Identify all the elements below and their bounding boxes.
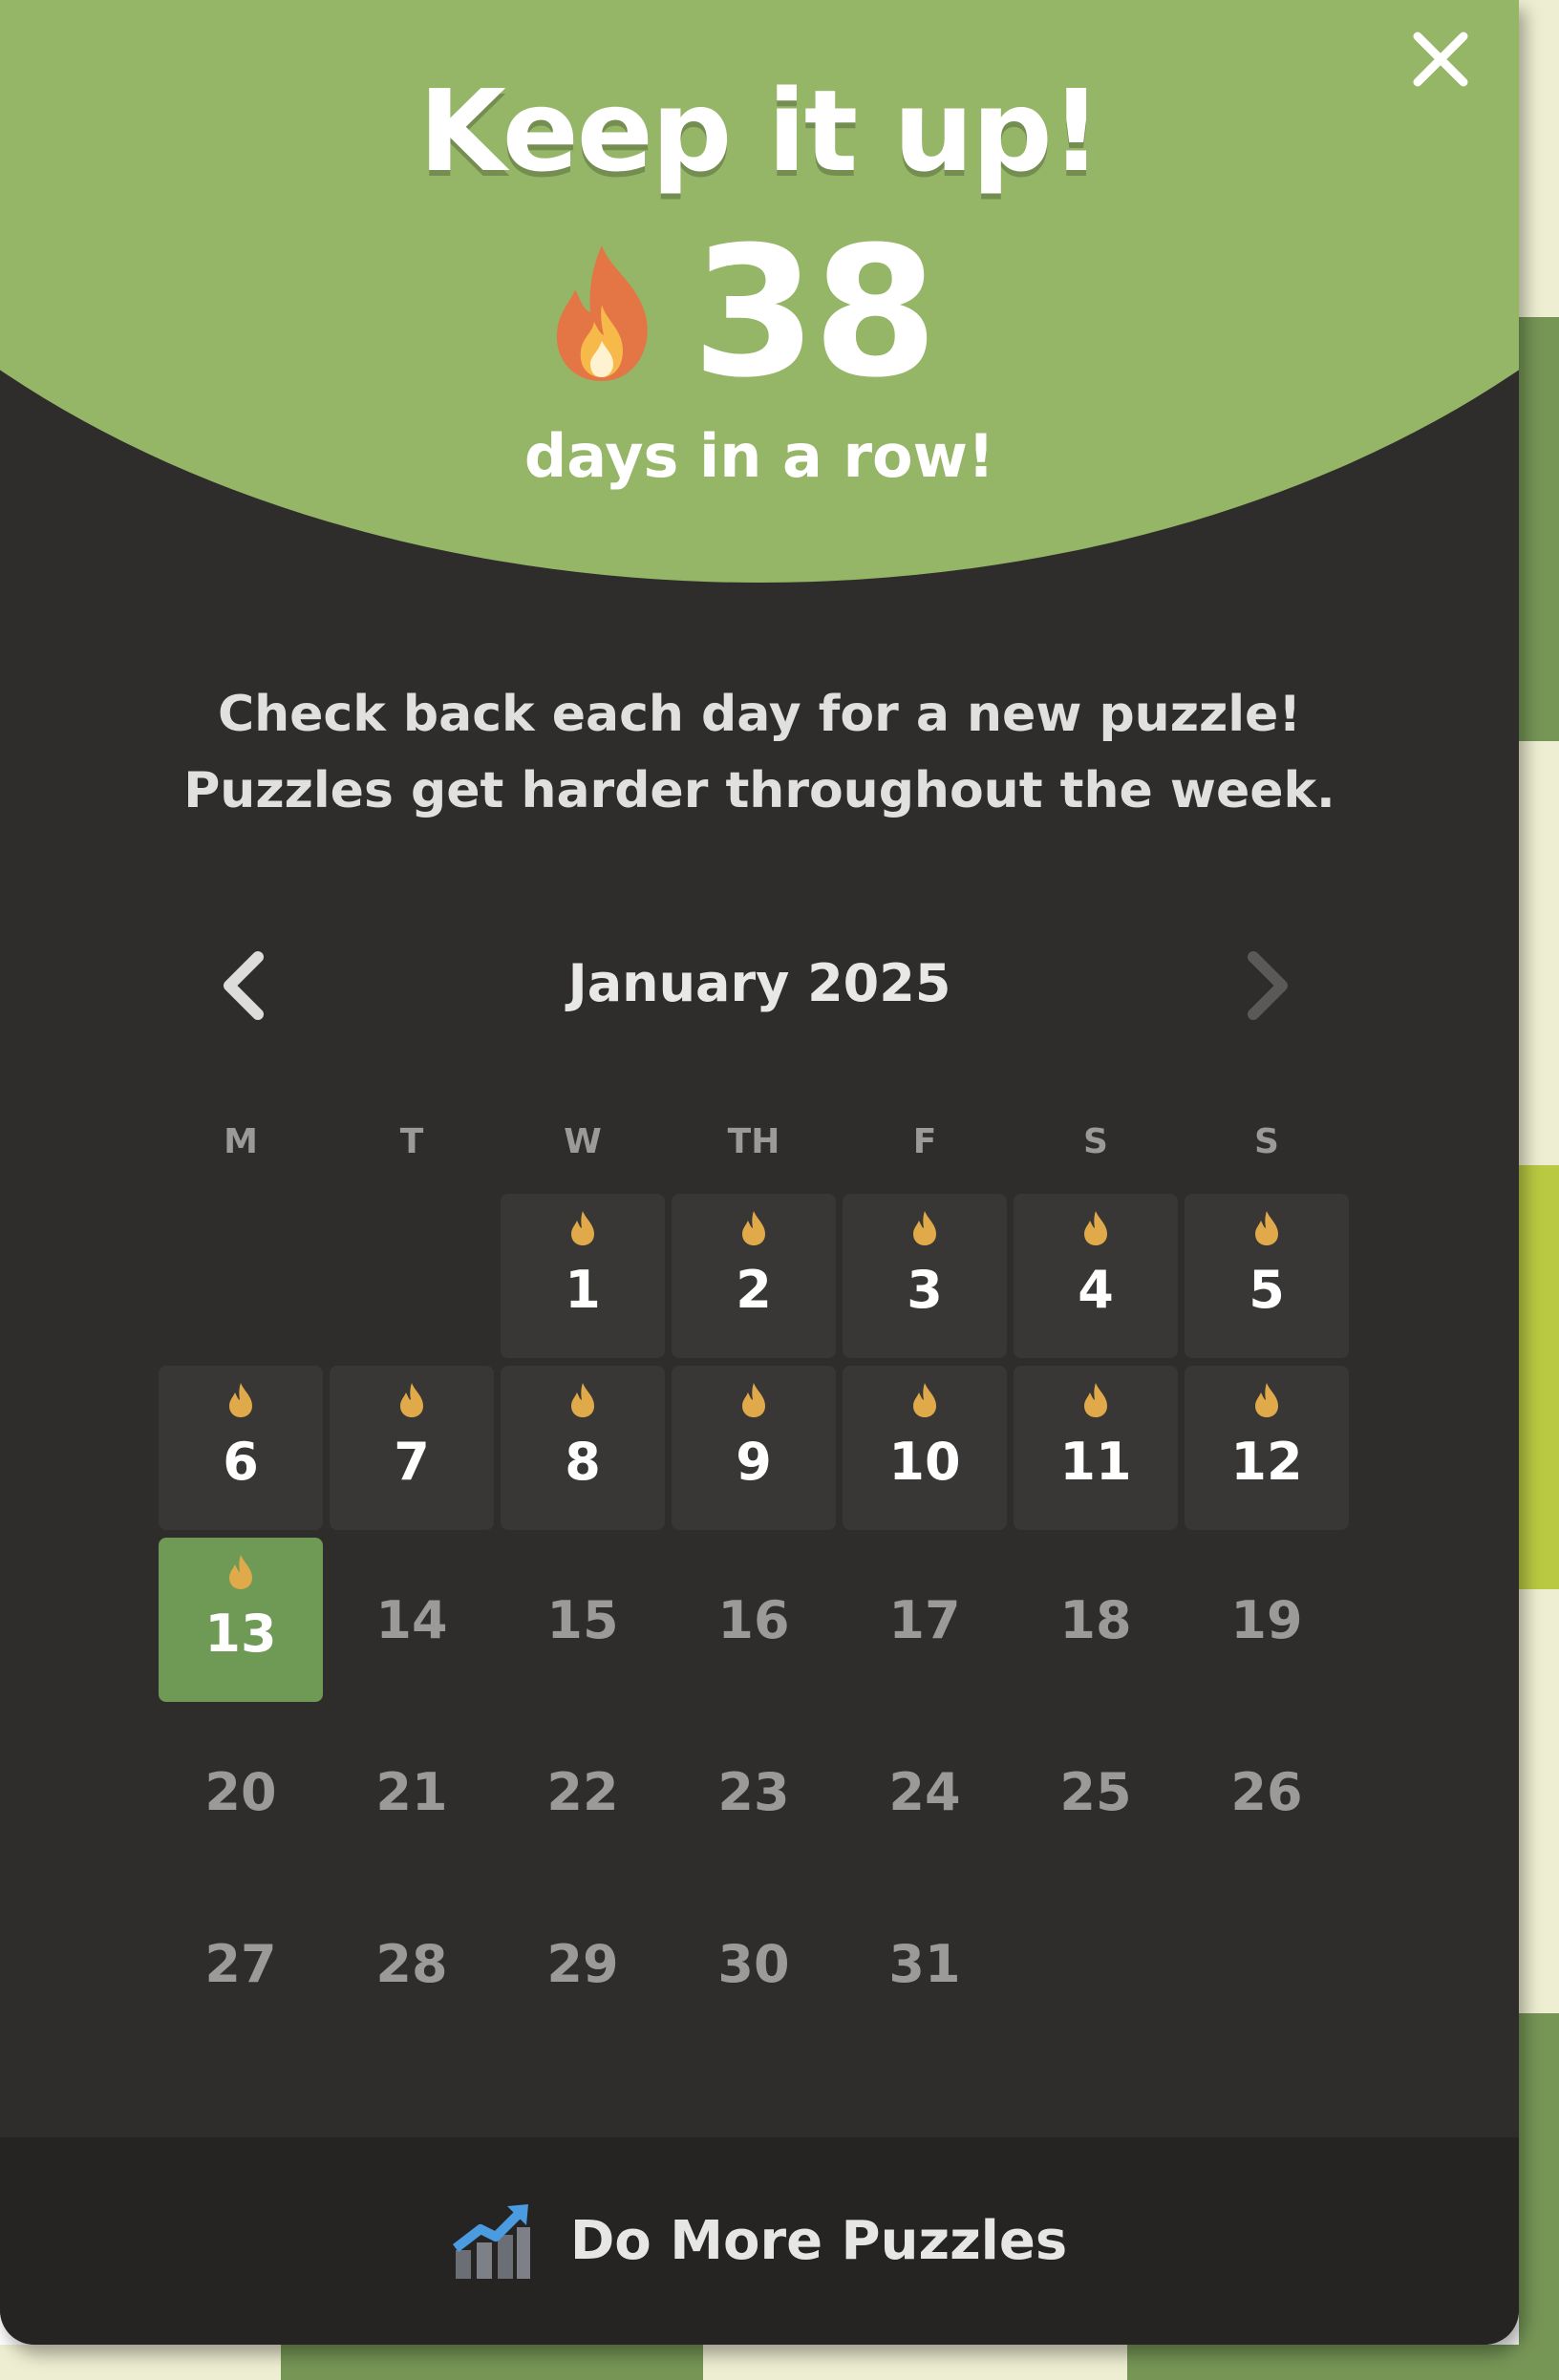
calendar-day-4[interactable]: 4 (1014, 1194, 1178, 1358)
calendar-day-number: 3 (907, 1260, 943, 1320)
calendar-day-1[interactable]: 1 (501, 1194, 665, 1358)
calendar-day-27[interactable]: 27 (159, 1881, 323, 2046)
calendar-day-number: 25 (1059, 1762, 1132, 1822)
calendar-day-number: 29 (546, 1934, 619, 1994)
calendar-day-number: 2 (736, 1260, 772, 1320)
calendar-day-12[interactable]: 12 (1185, 1366, 1349, 1530)
calendar-day-number: 9 (736, 1432, 772, 1492)
calendar-day-30[interactable]: 30 (672, 1881, 836, 2046)
streak-count: 38 (692, 208, 938, 417)
calendar-day-29[interactable]: 29 (501, 1881, 665, 2046)
flame-icon (911, 1209, 938, 1247)
flame-icon (398, 1381, 425, 1419)
calendar-day-16[interactable]: 16 (672, 1538, 836, 1702)
calendar-day-number: 31 (888, 1934, 961, 1994)
calendar-day-number: 27 (204, 1934, 277, 1994)
flame-icon (740, 1381, 767, 1419)
weekday-label: T (399, 1122, 424, 1161)
calendar-day-number: 17 (888, 1590, 961, 1650)
calendar-day-14[interactable]: 14 (330, 1538, 494, 1702)
calendar-day-26[interactable]: 26 (1185, 1710, 1349, 1874)
calendar-day-number: 30 (717, 1934, 790, 1994)
weekday-label: M (224, 1122, 258, 1161)
calendar-day-8[interactable]: 8 (501, 1366, 665, 1530)
flame-icon (1253, 1381, 1280, 1419)
calendar-day-23[interactable]: 23 (672, 1710, 836, 1874)
calendar-day-19[interactable]: 19 (1185, 1538, 1349, 1702)
calendar-day-3[interactable]: 3 (843, 1194, 1007, 1358)
weekday-label: W (564, 1122, 602, 1161)
calendar-day-number: 19 (1230, 1590, 1303, 1650)
streak-label: days in a row! (523, 421, 995, 491)
calendar-day-number: 13 (204, 1604, 277, 1664)
calendar-day-13[interactable]: 13 (159, 1538, 323, 1702)
subtitle-line-2: Puzzles get harder throughout the week. (183, 762, 1335, 819)
calendar-day-22[interactable]: 22 (501, 1710, 665, 1874)
calendar-day-number: 8 (565, 1432, 601, 1492)
calendar-day-21[interactable]: 21 (330, 1710, 494, 1874)
calendar-day-17[interactable]: 17 (843, 1538, 1007, 1702)
calendar-day-number: 24 (888, 1762, 961, 1822)
calendar-day-9[interactable]: 9 (672, 1366, 836, 1530)
streak-modal: Keep it up! 38 days in a row! Check back… (0, 0, 1519, 2345)
calendar-day-number: 15 (546, 1590, 619, 1650)
calendar-day-18[interactable]: 18 (1014, 1538, 1178, 1702)
calendar-day-number: 16 (717, 1590, 790, 1650)
weekday-label: S (1254, 1122, 1279, 1161)
flame-icon (911, 1381, 938, 1419)
streak-counter: 38 (0, 218, 1519, 409)
calendar-day-number: 26 (1230, 1762, 1303, 1822)
calendar-day-31[interactable]: 31 (843, 1881, 1007, 2046)
chevron-right-icon[interactable] (1232, 949, 1299, 1022)
flame-icon (740, 1209, 767, 1247)
calendar-day-number: 10 (888, 1432, 961, 1492)
trending-chart-icon (452, 2200, 534, 2283)
flame-icon (1082, 1381, 1109, 1419)
calendar-day-number: 28 (375, 1934, 448, 1994)
calendar-day-number: 1 (565, 1260, 601, 1320)
flame-icon (1082, 1209, 1109, 1247)
subtitle-line-1: Check back each day for a new puzzle! (217, 686, 1302, 743)
calendar-header: January 2025 (0, 936, 1519, 1031)
calendar-day-number: 20 (204, 1762, 277, 1822)
modal-title: Keep it up! (418, 65, 1101, 197)
flame-icon (569, 1209, 596, 1247)
calendar-day-11[interactable]: 11 (1014, 1366, 1178, 1530)
calendar-day-7[interactable]: 7 (330, 1366, 494, 1530)
calendar-day-number: 18 (1059, 1590, 1132, 1650)
calendar-day-number: 21 (375, 1762, 448, 1822)
flame-icon (227, 1381, 254, 1419)
calendar-day-number: 6 (223, 1432, 259, 1492)
calendar-day-20[interactable]: 20 (159, 1710, 323, 1874)
calendar-day-6[interactable]: 6 (159, 1366, 323, 1530)
calendar-day-25[interactable]: 25 (1014, 1710, 1178, 1874)
calendar-day-24[interactable]: 24 (843, 1710, 1007, 1874)
calendar-day-28[interactable]: 28 (330, 1881, 494, 2046)
calendar-day-number: 11 (1059, 1432, 1132, 1492)
calendar-day-number: 12 (1230, 1432, 1303, 1492)
calendar-day-number: 14 (375, 1590, 448, 1650)
weekday-label: S (1083, 1122, 1108, 1161)
do-more-puzzles-label: Do More Puzzles (569, 2210, 1068, 2272)
calendar-day-number: 4 (1078, 1260, 1114, 1320)
calendar-day-5[interactable]: 5 (1185, 1194, 1349, 1358)
calendar-weekdays: M T W TH F S S (159, 1114, 1351, 1171)
calendar-day-15[interactable]: 15 (501, 1538, 665, 1702)
flame-icon (569, 1381, 596, 1419)
calendar-day-number: 23 (717, 1762, 790, 1822)
weekday-label: F (912, 1122, 937, 1161)
weekday-label: TH (727, 1122, 780, 1161)
do-more-puzzles-button[interactable]: Do More Puzzles (0, 2137, 1519, 2345)
calendar-grid: 1 2 3 4 5 6 7 8 9 10 11 12 13 14 15 16 17 18 19 20 21 22 23 24 2… (159, 1194, 1351, 2053)
flame-icon (546, 242, 657, 385)
calendar-day-10[interactable]: 10 (843, 1366, 1007, 1530)
calendar-day-2[interactable]: 2 (672, 1194, 836, 1358)
calendar-day-number: 5 (1249, 1260, 1285, 1320)
calendar-day-number: 7 (394, 1432, 430, 1492)
flame-icon (227, 1553, 254, 1591)
calendar-day-number: 22 (546, 1762, 619, 1822)
chevron-left-icon[interactable] (212, 949, 279, 1022)
flame-icon (1253, 1209, 1280, 1247)
modal-subtitle: Check back each day for a new puzzle! Pu… (0, 676, 1519, 829)
